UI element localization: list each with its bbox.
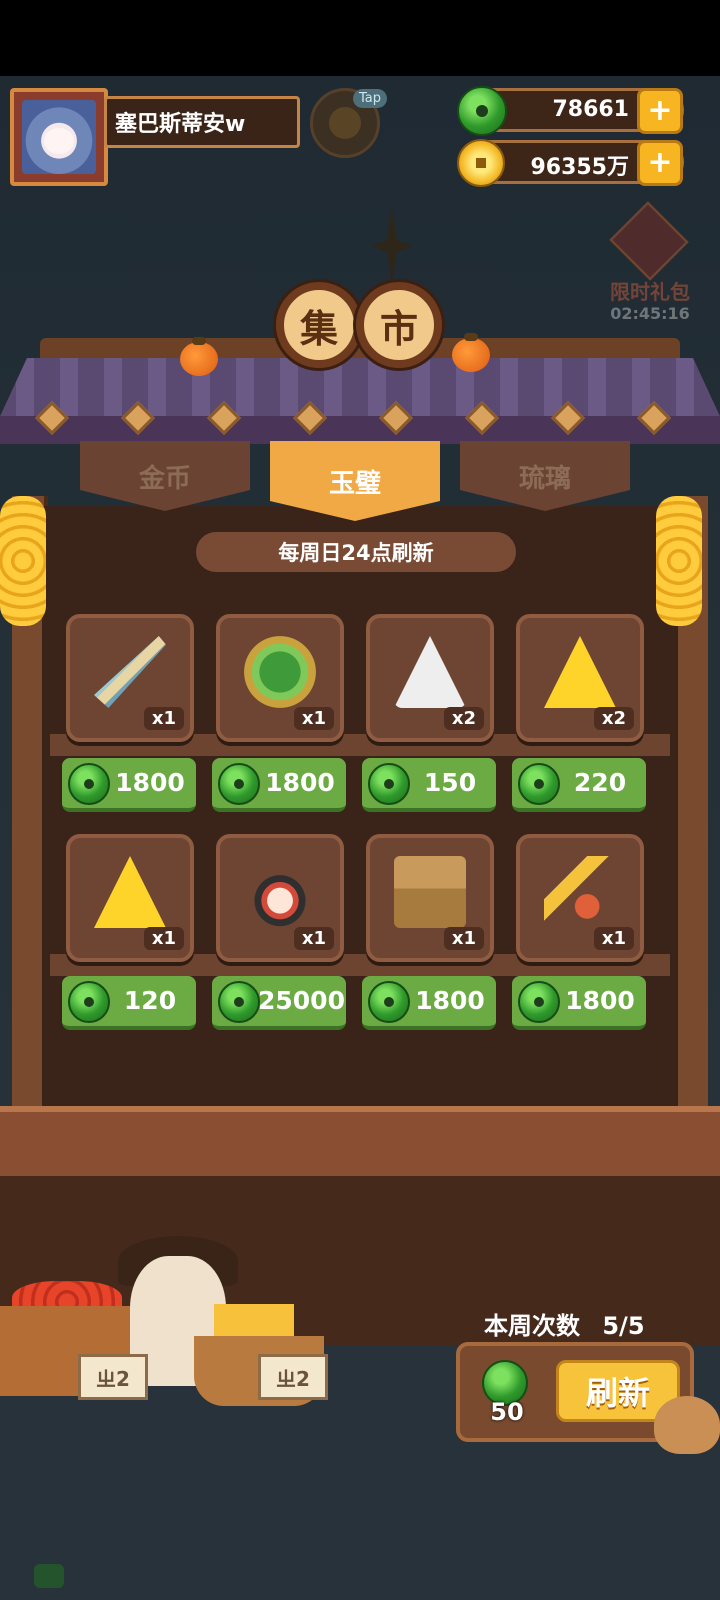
shop-item[interactable]: x2	[516, 614, 644, 742]
price-tag: ㄓ2	[258, 1354, 328, 1400]
jade-icon	[68, 763, 110, 805]
refresh-schedule-note: 每周日24点刷新	[196, 532, 516, 572]
item-quantity: x1	[443, 927, 484, 950]
market-scene: 塞巴斯蒂安w Tap 78661 + 96355万 + 限时礼包 02:45:1…	[0, 76, 720, 1600]
price-tag: ㄓ2	[78, 1354, 148, 1400]
avatar-face-icon	[44, 128, 74, 154]
jade-stone-icon	[244, 636, 316, 708]
item-quantity: x2	[443, 707, 484, 730]
buy-button[interactable]: 1800	[362, 976, 496, 1030]
shop-item[interactable]: x1	[66, 614, 194, 742]
weekly-label: 本周次数	[484, 1312, 580, 1340]
buy-button[interactable]: 25000	[212, 976, 346, 1030]
tap-label: Tap	[353, 89, 388, 108]
weekly-count: 5/5	[602, 1312, 645, 1340]
gold-coin-icon	[457, 139, 505, 187]
jade-amount: 78661	[552, 97, 629, 122]
treasure-chest-icon	[394, 856, 466, 928]
item-quantity: x1	[293, 927, 334, 950]
buy-button[interactable]: 1800	[212, 758, 346, 812]
buy-button[interactable]: 120	[62, 976, 196, 1030]
jade-icon	[368, 981, 410, 1023]
item-price: 120	[123, 986, 177, 1015]
buy-button[interactable]: 220	[512, 758, 646, 812]
player-name: 塞巴斯蒂安w	[104, 96, 300, 148]
gold-currency: 96355万 +	[457, 139, 684, 187]
add-jade-button[interactable]: +	[637, 88, 683, 134]
shop-item[interactable]: x1	[366, 834, 494, 962]
yellow-talisman-icon	[94, 856, 166, 928]
jade-icon	[218, 763, 260, 805]
persimmon-icon	[180, 337, 218, 376]
add-gold-button[interactable]: +	[637, 140, 683, 186]
shop-item[interactable]: x2	[366, 614, 494, 742]
item-price: 220	[573, 768, 627, 797]
roof-edge	[0, 416, 720, 444]
character-doll-icon	[244, 856, 316, 928]
tab-glass[interactable]: 琉璃	[460, 441, 630, 511]
buy-button[interactable]: 150	[362, 758, 496, 812]
item-quantity: x1	[143, 927, 184, 950]
shop-item[interactable]: x1	[66, 834, 194, 962]
shop-item[interactable]: x1	[216, 614, 344, 742]
yellow-talisman-icon	[544, 636, 616, 708]
jade-icon	[518, 763, 560, 805]
currency-tabs: 金币 玉璧 琉璃	[80, 441, 640, 521]
persimmon-icon	[452, 333, 490, 372]
item-price: 1800	[415, 986, 485, 1015]
item-price: 25000	[258, 986, 345, 1015]
tab-jade[interactable]: 玉璧	[270, 441, 440, 521]
item-price: 1800	[115, 768, 185, 797]
umbrella-icon	[94, 636, 166, 708]
gold-amount: 96355万	[530, 155, 629, 180]
jade-icon	[218, 981, 260, 1023]
shop-item[interactable]: x1	[216, 834, 344, 962]
chat-toggle[interactable]	[34, 1564, 64, 1588]
jade-currency: 78661 +	[457, 86, 684, 136]
gift-box-icon	[609, 201, 689, 281]
shop-item[interactable]: x1	[516, 834, 644, 962]
status-bar	[0, 0, 720, 76]
pet-face-icon	[329, 107, 361, 139]
market-title-char: 集	[276, 282, 362, 368]
jade-icon	[68, 981, 110, 1023]
corn-decoration-icon	[0, 496, 46, 626]
item-quantity: x2	[593, 707, 634, 730]
refresh-cost: 50	[490, 1398, 524, 1426]
item-price: 1800	[265, 768, 335, 797]
jade-icon	[457, 86, 507, 136]
tab-gold[interactable]: 金币	[80, 441, 250, 511]
gift-label: 限时礼包	[610, 280, 690, 304]
weekly-refresh-count: 本周次数 5/5	[484, 1306, 645, 1341]
avatar-image	[22, 100, 96, 174]
player-avatar[interactable]	[10, 88, 108, 186]
white-talisman-icon	[394, 636, 466, 708]
item-price: 1800	[565, 986, 635, 1015]
item-quantity: x1	[143, 707, 184, 730]
jade-icon	[518, 981, 560, 1023]
corn-decoration-icon	[656, 496, 702, 626]
pet-mascot-icon	[654, 1396, 720, 1454]
item-quantity: x1	[293, 707, 334, 730]
tap-button[interactable]: Tap	[310, 88, 388, 158]
jade-icon	[368, 763, 410, 805]
counter-top	[0, 1106, 720, 1176]
star-decoration-icon	[372, 206, 412, 286]
gift-timer: 02:45:16	[610, 304, 690, 323]
key-icon	[544, 856, 616, 928]
item-price: 150	[423, 768, 477, 797]
buy-button[interactable]: 1800	[62, 758, 196, 812]
buy-button[interactable]: 1800	[512, 976, 646, 1030]
limited-gift-button[interactable]: 限时礼包 02:45:16	[600, 201, 700, 326]
market-title-char: 市	[356, 282, 442, 368]
item-quantity: x1	[593, 927, 634, 950]
